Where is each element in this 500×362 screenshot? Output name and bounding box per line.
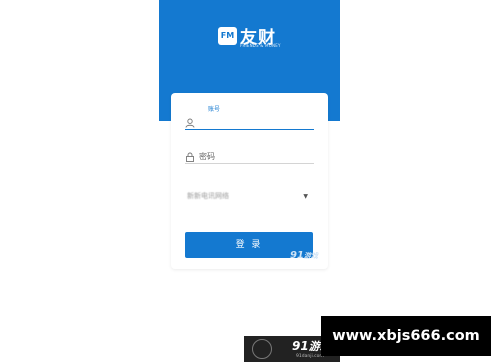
app-logo-tagline: FRIENDS & MONEY (240, 43, 281, 48)
disc-icon (252, 339, 272, 359)
login-screen: FM 友财 FRIENDS & MONEY 账号 密码 新新电讯网络 ▼ 登 录 (159, 0, 340, 362)
lock-icon (186, 152, 194, 162)
footer-logo-number: 91 (292, 339, 309, 353)
footer-logo-url: 91danji.com (296, 354, 324, 359)
account-field[interactable] (185, 116, 314, 130)
chevron-down-icon: ▼ (303, 193, 308, 200)
password-input[interactable]: 密码 (199, 151, 215, 162)
server-select-value: 新新电讯网络 (187, 192, 229, 200)
account-underline (185, 128, 314, 130)
watermark-logo: 91游戏 (290, 250, 318, 261)
watermark-number: 91 (290, 250, 304, 261)
user-icon (185, 118, 195, 128)
login-card: 账号 密码 新新电讯网络 ▼ 登 录 (171, 93, 328, 269)
site-url-banner: www.xbjs666.com (321, 316, 491, 356)
app-logo-badge: FM (218, 27, 237, 45)
watermark-text: 游戏 (303, 252, 318, 260)
server-select[interactable]: 新新电讯网络 ▼ (185, 190, 314, 202)
password-underline (185, 163, 314, 164)
password-field[interactable]: 密码 (185, 150, 314, 164)
account-field-label: 账号 (208, 106, 221, 113)
